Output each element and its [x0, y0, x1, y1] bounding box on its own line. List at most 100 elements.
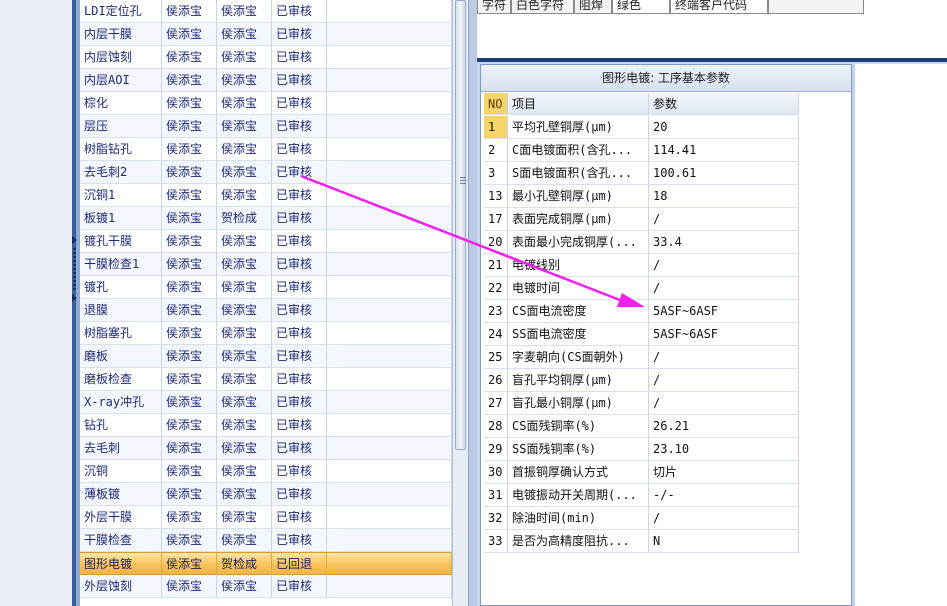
operator-cell[interactable]: 侯添宝: [162, 575, 217, 598]
splitter-grip-icon[interactable]: [73, 248, 76, 292]
param-value-cell[interactable]: /: [649, 346, 799, 369]
param-value-cell[interactable]: 26.21: [649, 415, 799, 438]
reviewer-cell[interactable]: 侯添宝: [217, 276, 272, 299]
process-name-cell[interactable]: 钻孔: [80, 414, 162, 437]
process-name-cell[interactable]: 干膜检查: [80, 529, 162, 552]
empty-cell[interactable]: [327, 184, 452, 207]
operator-cell[interactable]: 侯添宝: [162, 184, 217, 207]
param-item-cell[interactable]: 最小孔壁铜厚(μm): [508, 185, 649, 208]
param-value-cell[interactable]: 20: [649, 116, 799, 139]
reviewer-cell[interactable]: 侯添宝: [217, 69, 272, 92]
operator-cell[interactable]: 侯添宝: [162, 0, 217, 23]
reviewer-cell[interactable]: 侯添宝: [217, 322, 272, 345]
process-name-cell[interactable]: 退膜: [80, 299, 162, 322]
status-cell[interactable]: 已审核: [272, 207, 327, 230]
process-name-cell[interactable]: 干膜检查1: [80, 253, 162, 276]
table-row[interactable]: 去毛刺 侯添宝 侯添宝 已审核: [80, 437, 452, 460]
table-row[interactable]: 31 电镀振动开关周期(... -/-: [484, 484, 799, 507]
status-cell[interactable]: 已审核: [272, 575, 327, 598]
empty-cell[interactable]: [327, 0, 452, 23]
operator-cell[interactable]: 侯添宝: [162, 506, 217, 529]
operator-cell[interactable]: 侯添宝: [162, 138, 217, 161]
table-row[interactable]: 图形电镀 侯添宝 贺检成 已回退: [80, 552, 452, 576]
empty-cell[interactable]: [327, 276, 452, 299]
table-row[interactable]: 树脂塞孔 侯添宝 侯添宝 已审核: [80, 322, 452, 345]
param-item-cell[interactable]: 平均孔壁铜厚(μm): [508, 116, 649, 139]
param-item-cell[interactable]: CS面残铜率(%): [508, 415, 649, 438]
tab-green[interactable]: 绿色: [612, 0, 670, 14]
param-item-cell[interactable]: 电镀线别: [508, 254, 649, 277]
empty-cell[interactable]: [327, 253, 452, 276]
table-row[interactable]: 29 SS面残铜率(%) 23.10: [484, 438, 799, 461]
process-name-cell[interactable]: 树脂塞孔: [80, 322, 162, 345]
header-no[interactable]: NO: [484, 93, 508, 115]
table-row[interactable]: 退膜 侯添宝 侯添宝 已审核: [80, 299, 452, 322]
process-name-cell[interactable]: 层压: [80, 115, 162, 138]
reviewer-cell[interactable]: 侯添宝: [217, 253, 272, 276]
param-no-cell[interactable]: 13: [484, 185, 508, 208]
param-no-cell[interactable]: 25: [484, 346, 508, 369]
param-value-cell[interactable]: /: [649, 208, 799, 231]
reviewer-cell[interactable]: 侯添宝: [217, 138, 272, 161]
tab-solder-mask[interactable]: 阻焊: [574, 0, 612, 14]
table-row[interactable]: 磨板 侯添宝 侯添宝 已审核: [80, 345, 452, 368]
status-cell[interactable]: 已审核: [272, 69, 327, 92]
reviewer-cell[interactable]: 侯添宝: [217, 529, 272, 552]
param-value-cell[interactable]: N: [649, 530, 799, 553]
param-item-cell[interactable]: 字麦朝向(CS面朝外): [508, 346, 649, 369]
param-no-cell[interactable]: 3: [484, 162, 508, 185]
param-item-cell[interactable]: 电镀振动开关周期(...: [508, 484, 649, 507]
table-row[interactable]: 26 盲孔平均铜厚(μm) /: [484, 369, 799, 392]
status-cell[interactable]: 已审核: [272, 276, 327, 299]
process-name-cell[interactable]: 内层蚀刻: [80, 46, 162, 69]
param-no-cell[interactable]: 31: [484, 484, 508, 507]
param-value-cell[interactable]: -/-: [649, 484, 799, 507]
table-row[interactable]: 33 是否为高精度阻抗... N: [484, 530, 799, 553]
table-row[interactable]: 内层蚀刻 侯添宝 侯添宝 已审核: [80, 46, 452, 69]
table-row[interactable]: LDI定位孔 侯添宝 侯添宝 已审核: [80, 0, 452, 23]
status-cell[interactable]: 已审核: [272, 253, 327, 276]
process-name-cell[interactable]: 棕化: [80, 92, 162, 115]
reviewer-cell[interactable]: 侯添宝: [217, 230, 272, 253]
process-name-cell[interactable]: 去毛刺2: [80, 161, 162, 184]
panel-splitter[interactable]: [468, 0, 477, 606]
empty-cell[interactable]: [327, 483, 452, 506]
param-no-cell[interactable]: 28: [484, 415, 508, 438]
empty-cell[interactable]: [327, 437, 452, 460]
operator-cell[interactable]: 侯添宝: [162, 92, 217, 115]
process-name-cell[interactable]: 磨板检查: [80, 368, 162, 391]
reviewer-cell[interactable]: 侯添宝: [217, 345, 272, 368]
table-row[interactable]: 树脂钻孔 侯添宝 侯添宝 已审核: [80, 138, 452, 161]
reviewer-cell[interactable]: 侯添宝: [217, 92, 272, 115]
status-cell[interactable]: 已审核: [272, 138, 327, 161]
param-item-cell[interactable]: SS面电流密度: [508, 323, 649, 346]
param-no-cell[interactable]: 20: [484, 231, 508, 254]
reviewer-cell[interactable]: 侯添宝: [217, 299, 272, 322]
table-row[interactable]: 钻孔 侯添宝 侯添宝 已审核: [80, 414, 452, 437]
tab-end-customer-code-value[interactable]: [768, 0, 864, 14]
table-row[interactable]: 镀孔干膜 侯添宝 侯添宝 已审核: [80, 230, 452, 253]
operator-cell[interactable]: 侯添宝: [162, 276, 217, 299]
empty-cell[interactable]: [327, 345, 452, 368]
param-item-cell[interactable]: 除油时间(min): [508, 507, 649, 530]
table-row[interactable]: 3 S面电镀面积(含孔... 100.61: [484, 162, 799, 185]
reviewer-cell[interactable]: 侯添宝: [217, 161, 272, 184]
process-name-cell[interactable]: 板镀1: [80, 207, 162, 230]
status-cell[interactable]: 已审核: [272, 184, 327, 207]
table-row[interactable]: 层压 侯添宝 侯添宝 已审核: [80, 115, 452, 138]
tab-white-characters[interactable]: 白色字符: [511, 0, 574, 14]
status-cell[interactable]: 已审核: [272, 414, 327, 437]
param-value-cell[interactable]: 5ASF~6ASF: [649, 323, 799, 346]
table-row[interactable]: 干膜检查 侯添宝 侯添宝 已审核: [80, 529, 452, 552]
table-row[interactable]: 棕化 侯添宝 侯添宝 已审核: [80, 92, 452, 115]
param-value-cell[interactable]: /: [649, 369, 799, 392]
param-value-cell[interactable]: 23.10: [649, 438, 799, 461]
table-row[interactable]: 17 表面完成铜厚(μm) /: [484, 208, 799, 231]
reviewer-cell[interactable]: 贺检成: [217, 207, 272, 230]
param-item-cell[interactable]: 盲孔最小铜厚(μm): [508, 392, 649, 415]
status-cell[interactable]: 已审核: [272, 437, 327, 460]
empty-cell[interactable]: [327, 92, 452, 115]
param-no-cell[interactable]: 17: [484, 208, 508, 231]
empty-cell[interactable]: [327, 207, 452, 230]
operator-cell[interactable]: 侯添宝: [162, 46, 217, 69]
